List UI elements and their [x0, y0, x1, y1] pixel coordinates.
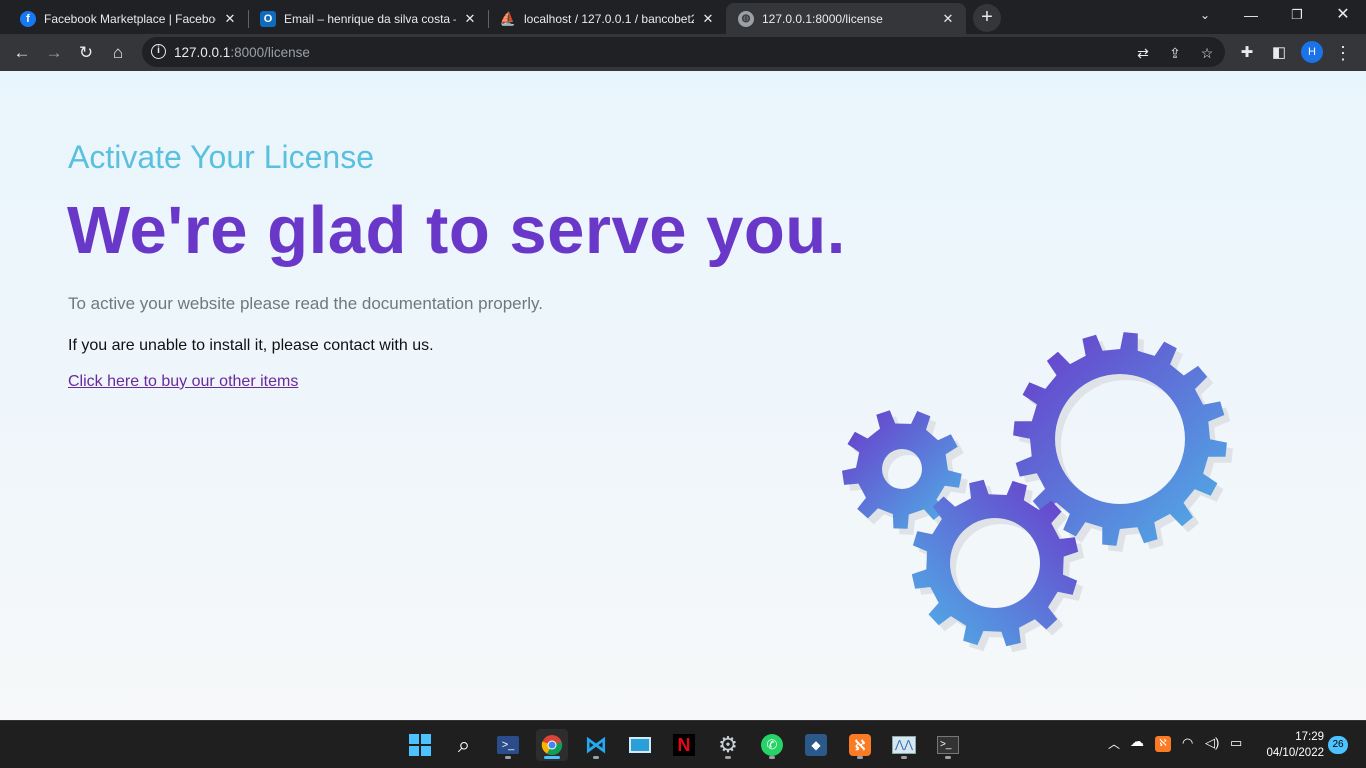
- terminal-icon[interactable]: >_: [932, 729, 964, 761]
- tab-search-chevron-icon[interactable]: ⌄: [1182, 0, 1228, 30]
- resource-monitor-icon[interactable]: ⋀⋀: [888, 729, 920, 761]
- search-icon[interactable]: ⌕: [448, 729, 480, 761]
- menu-kebab-icon[interactable]: ⋮: [1329, 39, 1357, 67]
- tab-license[interactable]: ◍ 127.0.0.1:8000/license ✕: [726, 3, 966, 34]
- close-icon[interactable]: ✕: [700, 11, 716, 27]
- notification-badge[interactable]: 26: [1328, 736, 1348, 754]
- xampp-tray-icon[interactable]: ℵ: [1155, 736, 1171, 752]
- outlook-icon: O: [260, 10, 276, 27]
- tab-facebook[interactable]: f Facebook Marketplace | Facebook ✕: [8, 3, 248, 34]
- site-info-icon[interactable]: i: [151, 44, 166, 59]
- forward-button[interactable]: →: [40, 39, 68, 67]
- phpmyadmin-icon: ⛵: [499, 10, 517, 26]
- facebook-icon: f: [20, 10, 36, 27]
- close-icon[interactable]: ✕: [222, 11, 238, 27]
- tab-email[interactable]: O Email – henrique da silva costa – Outl…: [248, 3, 488, 34]
- clock-time: 17:29: [1295, 731, 1324, 743]
- whatsapp-icon[interactable]: ✆: [756, 729, 788, 761]
- chevron-up-icon[interactable]: ︿: [1108, 735, 1120, 752]
- clock-date: 04/10/2022: [1266, 747, 1324, 759]
- gears-illustration: [842, 332, 1233, 653]
- remote-desktop-icon[interactable]: [624, 729, 656, 761]
- tab-title: Email – henrique da silva costa – Outloo…: [284, 11, 456, 26]
- page-headline: We're glad to serve you.: [67, 193, 846, 268]
- back-button[interactable]: ←: [8, 39, 36, 67]
- close-icon[interactable]: ✕: [940, 11, 956, 27]
- xampp-icon[interactable]: ℵ: [844, 729, 876, 761]
- battery-icon[interactable]: ▭: [1230, 735, 1242, 751]
- minimize-button[interactable]: —: [1228, 0, 1274, 30]
- page-content: Activate Your License We're glad to serv…: [0, 71, 1366, 720]
- buy-items-link[interactable]: Click here to buy our other items: [68, 373, 298, 391]
- lead-text: To active your website please read the d…: [68, 294, 544, 313]
- volume-icon[interactable]: ◁): [1205, 735, 1219, 751]
- address-bar[interactable]: i 127.0.0.1:8000/license ⇄ ⇪ ☆: [142, 37, 1225, 67]
- globe-icon: ◍: [738, 10, 754, 27]
- extensions-icon[interactable]: ✚: [1233, 39, 1261, 67]
- vscode-icon[interactable]: ⋈: [580, 729, 612, 761]
- wifi-icon[interactable]: ◠: [1182, 735, 1193, 751]
- clock[interactable]: 17:29 04/10/2022: [1262, 729, 1324, 761]
- share-icon[interactable]: ⇪: [1166, 44, 1184, 62]
- bookmark-star-icon[interactable]: ☆: [1198, 44, 1216, 62]
- home-button[interactable]: ⌂: [104, 39, 132, 67]
- browser-toolbar: ← → ↻ ⌂ i 127.0.0.1:8000/license ⇄ ⇪ ☆ ✚…: [0, 34, 1366, 71]
- close-window-button[interactable]: ✕: [1320, 0, 1366, 30]
- windows-start-icon[interactable]: [404, 729, 436, 761]
- onedrive-cloud-icon[interactable]: ☁: [1130, 733, 1144, 750]
- taskbar: ⌕ >_ ⋈ N ⚙ ✆ ◆ ℵ ⋀⋀ >_ ︿ ☁ ℵ ◠ ◁) ▭ 17:2…: [0, 720, 1366, 768]
- page-subtitle: Activate Your License: [68, 139, 374, 175]
- url-text[interactable]: 127.0.0.1:8000/license: [174, 45, 310, 60]
- url-path: :8000/license: [230, 45, 310, 60]
- settings-icon[interactable]: ⚙: [712, 729, 744, 761]
- gear-bodies: [842, 332, 1227, 647]
- restore-button[interactable]: ❐: [1274, 0, 1320, 30]
- side-panel-icon[interactable]: ◧: [1265, 39, 1293, 67]
- tab-title: Facebook Marketplace | Facebook: [44, 11, 216, 26]
- tab-phpmyadmin[interactable]: ⛵ localhost / 127.0.0.1 / bancobet2 ✕: [488, 3, 726, 34]
- tab-title: localhost / 127.0.0.1 / bancobet2: [524, 11, 694, 26]
- contact-text: If you are unable to install it, please …: [68, 337, 434, 354]
- tab-strip: f Facebook Marketplace | Facebook ✕ O Em…: [0, 0, 1366, 34]
- url-host: 127.0.0.1: [174, 45, 231, 60]
- reload-button[interactable]: ↻: [72, 39, 100, 67]
- new-tab-button[interactable]: +: [973, 4, 1001, 32]
- tab-title: 127.0.0.1:8000/license: [762, 11, 883, 26]
- translate-icon[interactable]: ⇄: [1134, 44, 1152, 62]
- close-icon[interactable]: ✕: [462, 11, 478, 27]
- mysql-workbench-icon[interactable]: ◆: [800, 729, 832, 761]
- powershell-icon[interactable]: >_: [492, 729, 524, 761]
- netflix-icon[interactable]: N: [668, 729, 700, 761]
- medium-gear: [911, 479, 1079, 647]
- chrome-icon[interactable]: [536, 729, 568, 761]
- profile-avatar[interactable]: H: [1301, 41, 1323, 63]
